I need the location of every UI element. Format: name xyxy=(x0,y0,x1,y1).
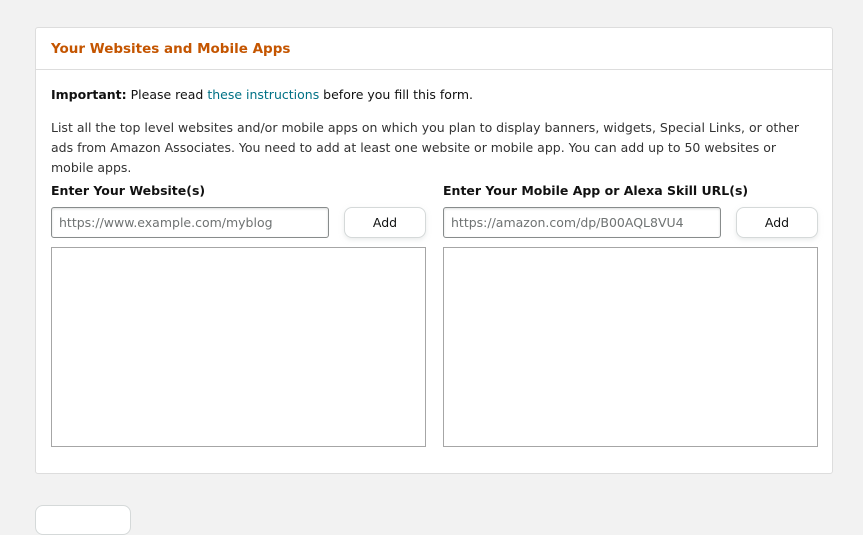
websites-list[interactable] xyxy=(51,247,426,447)
next-button[interactable] xyxy=(35,505,131,535)
add-mobile-app-button[interactable]: Add xyxy=(736,207,818,238)
notice-text-before: Please read xyxy=(126,87,208,102)
instructions-link[interactable]: these instructions xyxy=(207,87,319,102)
section-title: Your Websites and Mobile Apps xyxy=(51,40,291,57)
website-url-input[interactable] xyxy=(51,207,329,238)
websites-apps-card: Your Websites and Mobile Apps Important:… xyxy=(35,27,833,474)
mobile-apps-list[interactable] xyxy=(443,247,818,447)
important-notice: Important: Please read these instruction… xyxy=(51,87,473,103)
important-label: Important: xyxy=(51,87,127,102)
websites-label: Enter Your Website(s) xyxy=(51,183,206,198)
add-website-button[interactable]: Add xyxy=(344,207,426,238)
notice-text-after: before you fill this form. xyxy=(319,87,474,102)
mobile-app-url-input[interactable] xyxy=(443,207,721,238)
card-header: Your Websites and Mobile Apps xyxy=(36,28,832,70)
mobile-apps-label: Enter Your Mobile App or Alexa Skill URL… xyxy=(443,183,749,198)
description-text: List all the top level websites and/or m… xyxy=(51,120,800,175)
